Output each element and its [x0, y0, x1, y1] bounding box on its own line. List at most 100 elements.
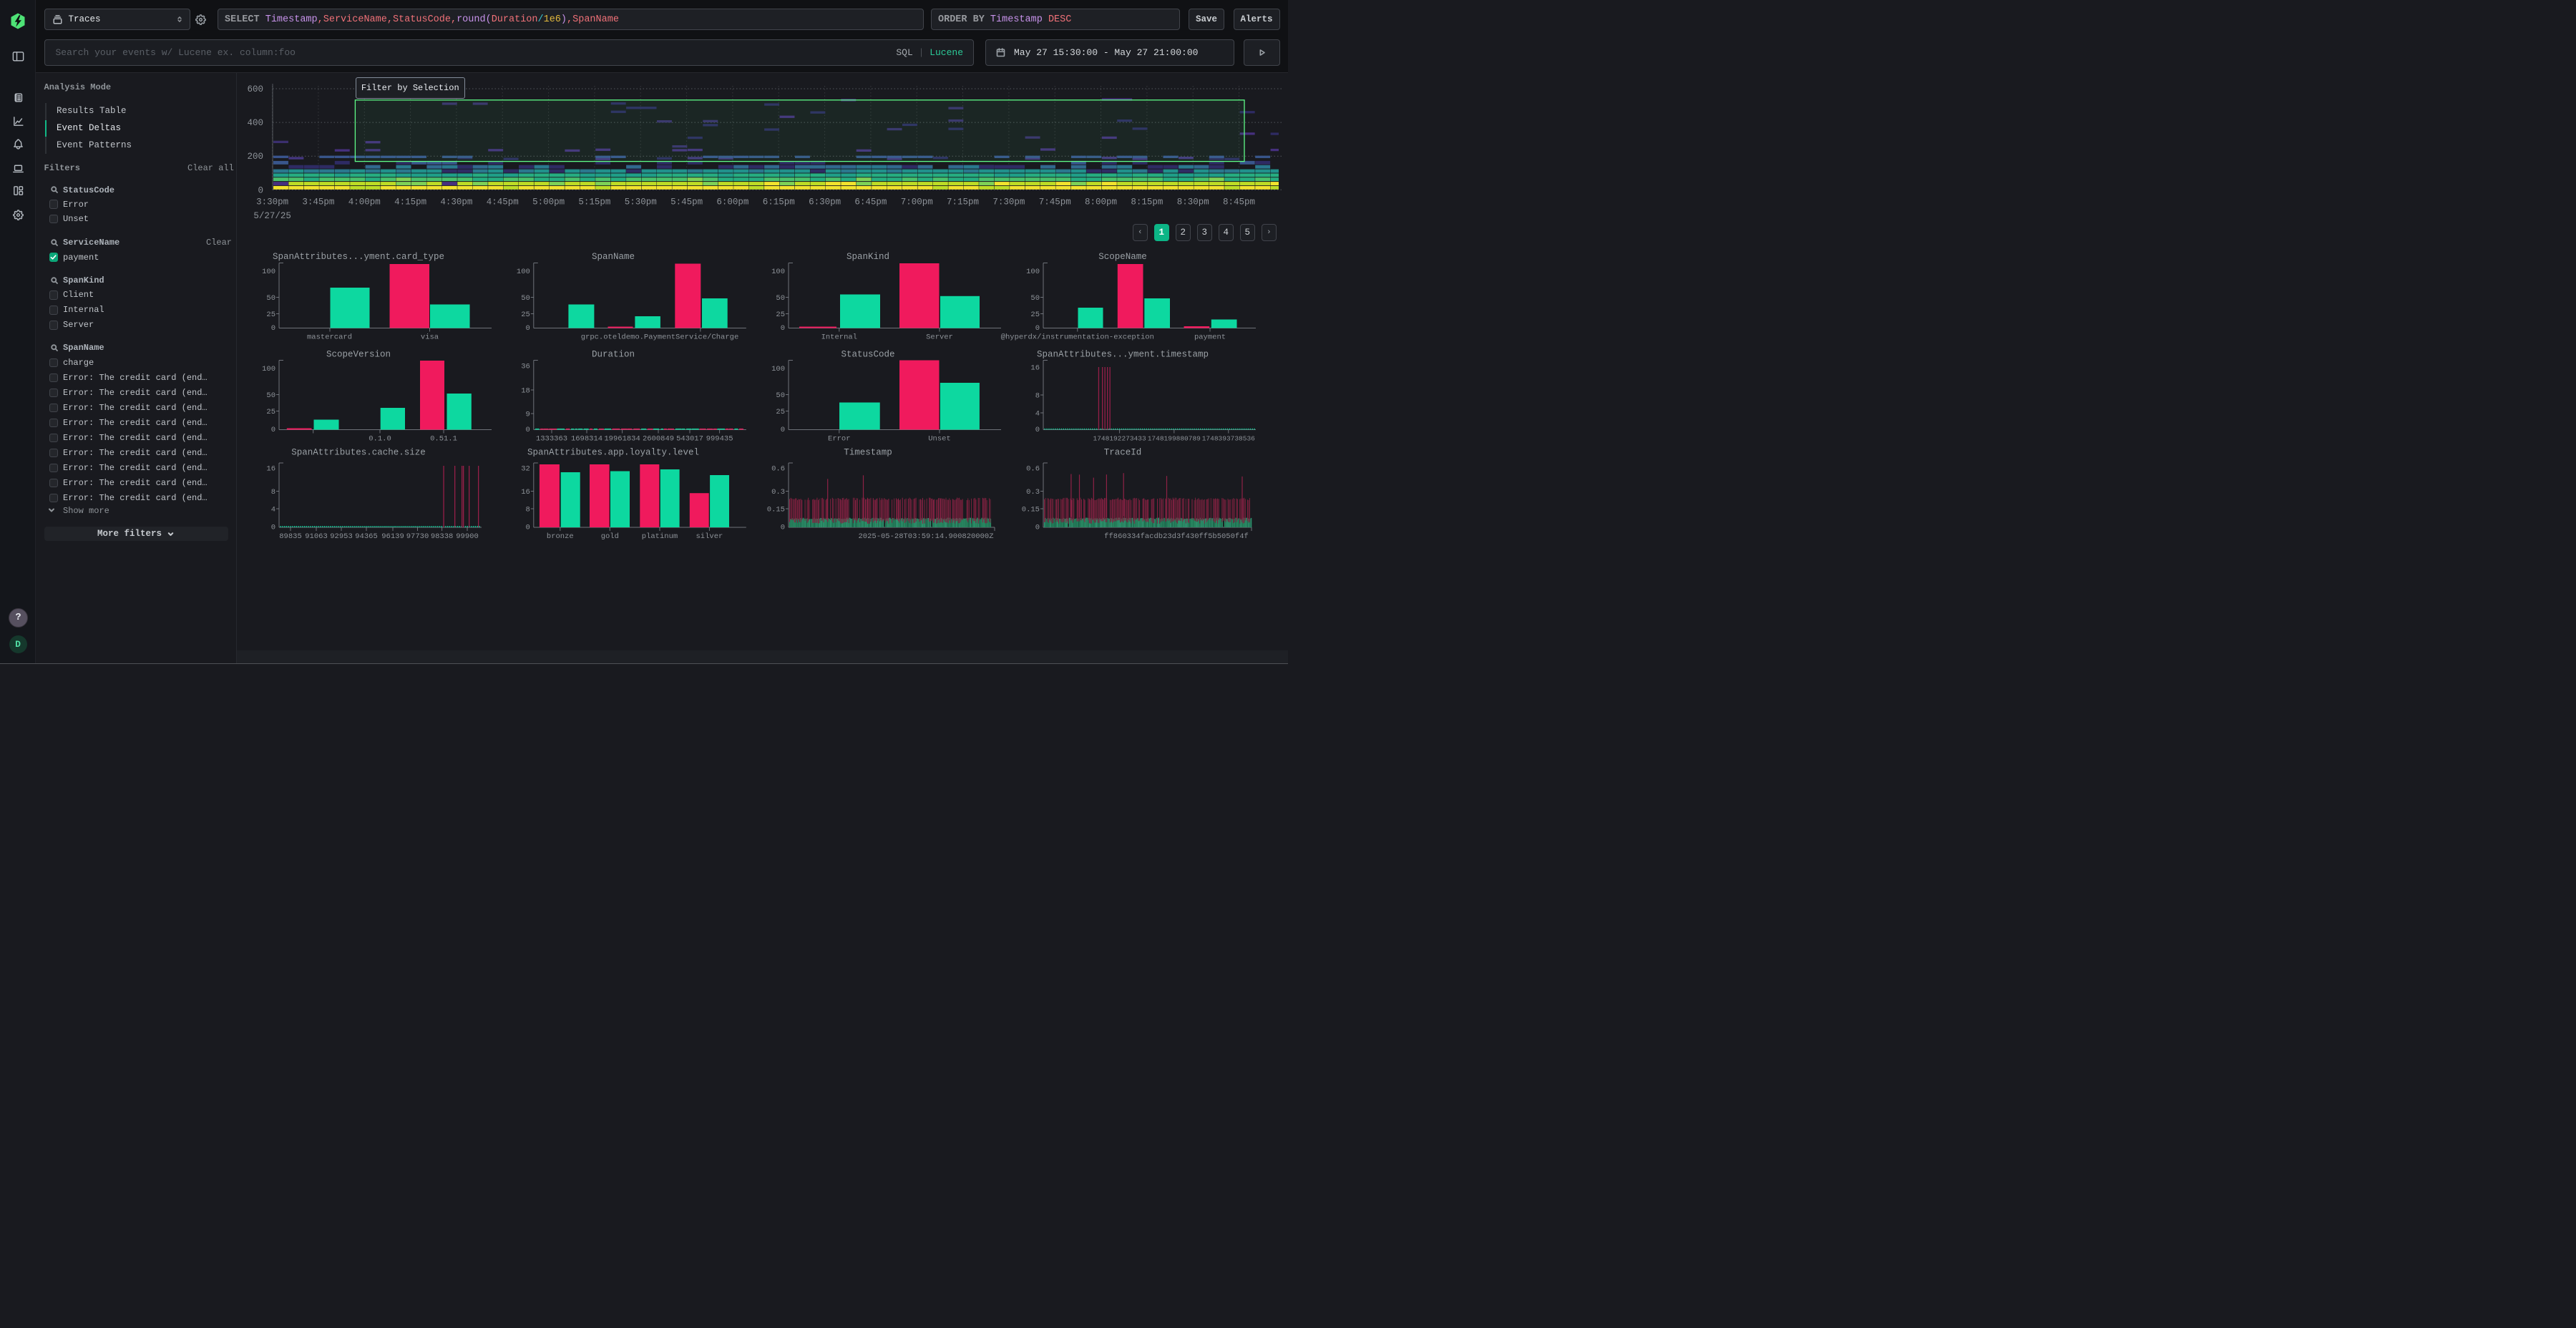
svg-text:32: 32: [521, 465, 530, 474]
svg-text:0.3: 0.3: [771, 488, 785, 497]
svg-text:200: 200: [247, 152, 263, 162]
svg-text:0: 0: [271, 426, 275, 434]
svg-text:6:15pm: 6:15pm: [763, 197, 795, 208]
svg-text:8: 8: [1035, 392, 1040, 401]
svg-text:50: 50: [266, 391, 275, 400]
svg-text:543017: 543017: [676, 435, 703, 444]
svg-text:8:00pm: 8:00pm: [1085, 197, 1117, 208]
svg-text:@hyperdx/instrumentation-excep: @hyperdx/instrumentation-exception: [1001, 333, 1154, 342]
svg-text:9: 9: [525, 411, 530, 419]
svg-text:4: 4: [271, 506, 275, 514]
svg-text:94365: 94365: [355, 532, 378, 541]
svg-text:0.51.1: 0.51.1: [430, 435, 457, 444]
svg-text:100: 100: [771, 268, 785, 276]
svg-text:50: 50: [266, 294, 275, 303]
svg-text:Server: Server: [926, 333, 953, 342]
svg-text:7:45pm: 7:45pm: [1039, 197, 1071, 208]
svg-text:50: 50: [1030, 294, 1040, 303]
svg-text:grpc.oteldemo.PaymentService/C: grpc.oteldemo.PaymentService/Charge: [581, 333, 739, 342]
svg-text:0: 0: [781, 524, 785, 532]
svg-text:6:00pm: 6:00pm: [716, 197, 748, 208]
svg-text:16: 16: [1030, 364, 1040, 373]
svg-text:4:45pm: 4:45pm: [487, 197, 519, 208]
svg-text:SpanKind: SpanKind: [847, 252, 889, 262]
svg-text:50: 50: [776, 391, 785, 400]
svg-text:Duration: Duration: [592, 350, 635, 360]
svg-text:Timestamp: Timestamp: [844, 448, 892, 458]
svg-text:97730: 97730: [406, 532, 429, 541]
svg-text:98338: 98338: [431, 532, 454, 541]
svg-text:6:30pm: 6:30pm: [809, 197, 841, 208]
svg-text:0: 0: [258, 185, 263, 195]
svg-text:400: 400: [247, 118, 263, 128]
svg-text:SpanAttributes...yment.card_ty: SpanAttributes...yment.card_type: [273, 252, 444, 262]
svg-text:3:45pm: 3:45pm: [302, 197, 334, 208]
svg-text:25: 25: [266, 408, 275, 416]
svg-text:0.6: 0.6: [1026, 465, 1040, 474]
svg-text:600: 600: [247, 84, 263, 94]
svg-text:0.3: 0.3: [1026, 488, 1040, 497]
svg-text:ScopeName: ScopeName: [1098, 252, 1147, 262]
svg-text:4: 4: [1035, 410, 1040, 419]
svg-text:bronze: bronze: [547, 532, 574, 541]
svg-text:8: 8: [525, 506, 530, 514]
svg-text:0: 0: [271, 324, 275, 333]
svg-text:16: 16: [266, 465, 275, 474]
svg-text:SpanName: SpanName: [592, 252, 635, 262]
svg-text:0: 0: [781, 426, 785, 434]
svg-text:TraceId: TraceId: [1104, 448, 1142, 458]
svg-text:platinum: platinum: [642, 532, 678, 541]
svg-text:4:15pm: 4:15pm: [394, 197, 426, 208]
svg-text:ff860334facdb23d3f430ff5b5050f: ff860334facdb23d3f430ff5b5050f4f: [1104, 532, 1249, 541]
svg-text:1748393738536: 1748393738536: [1202, 435, 1255, 443]
svg-text:payment: payment: [1194, 333, 1226, 342]
svg-text:7:00pm: 7:00pm: [901, 197, 933, 208]
svg-text:50: 50: [521, 294, 530, 303]
svg-text:8: 8: [271, 488, 275, 497]
svg-text:0: 0: [271, 524, 275, 532]
svg-text:silver: silver: [696, 532, 723, 541]
svg-text:5:00pm: 5:00pm: [532, 197, 565, 208]
svg-text:0.6: 0.6: [771, 465, 785, 474]
svg-text:2025-05-28T03:59:14.900820000Z: 2025-05-28T03:59:14.900820000Z: [858, 532, 993, 541]
svg-text:96139: 96139: [381, 532, 404, 541]
svg-text:0: 0: [1035, 426, 1040, 434]
svg-text:0: 0: [781, 324, 785, 333]
svg-text:5/27/25: 5/27/25: [253, 211, 291, 221]
svg-text:gold: gold: [601, 532, 619, 541]
svg-text:7:15pm: 7:15pm: [947, 197, 979, 208]
svg-text:SpanAttributes.app.loyalty.lev: SpanAttributes.app.loyalty.level: [527, 448, 699, 458]
svg-text:4:00pm: 4:00pm: [348, 197, 381, 208]
svg-text:2600849: 2600849: [643, 435, 674, 444]
svg-text:36: 36: [521, 363, 530, 371]
svg-text:999435: 999435: [706, 435, 733, 444]
svg-text:8:30pm: 8:30pm: [1177, 197, 1209, 208]
svg-text:4:30pm: 4:30pm: [440, 197, 472, 208]
svg-text:100: 100: [517, 268, 530, 276]
svg-text:1748199880789: 1748199880789: [1148, 435, 1201, 443]
svg-text:1748192273433: 1748192273433: [1093, 435, 1146, 443]
svg-text:SpanAttributes.cache.size: SpanAttributes.cache.size: [291, 448, 426, 458]
svg-text:89835: 89835: [279, 532, 302, 541]
svg-text:5:15pm: 5:15pm: [578, 197, 610, 208]
svg-text:5:30pm: 5:30pm: [625, 197, 657, 208]
svg-text:SpanAttributes...yment.timesta: SpanAttributes...yment.timestamp: [1037, 350, 1209, 360]
svg-text:visa: visa: [421, 333, 439, 342]
svg-text:25: 25: [776, 311, 785, 319]
svg-text:99900: 99900: [456, 532, 479, 541]
svg-text:Unset: Unset: [928, 435, 951, 444]
svg-text:100: 100: [262, 365, 275, 374]
svg-text:0.15: 0.15: [1022, 506, 1040, 514]
svg-text:100: 100: [771, 365, 785, 374]
svg-text:50: 50: [776, 294, 785, 303]
svg-text:1698314: 1698314: [571, 435, 602, 444]
svg-text:ScopeVersion: ScopeVersion: [326, 350, 391, 360]
svg-text:100: 100: [1026, 268, 1040, 276]
svg-text:16: 16: [521, 488, 530, 497]
svg-text:92953: 92953: [330, 532, 353, 541]
svg-text:8:15pm: 8:15pm: [1131, 197, 1163, 208]
svg-text:91063: 91063: [305, 532, 328, 541]
svg-text:25: 25: [776, 408, 785, 416]
svg-text:0.1.0: 0.1.0: [369, 435, 391, 444]
svg-text:7:30pm: 7:30pm: [992, 197, 1025, 208]
